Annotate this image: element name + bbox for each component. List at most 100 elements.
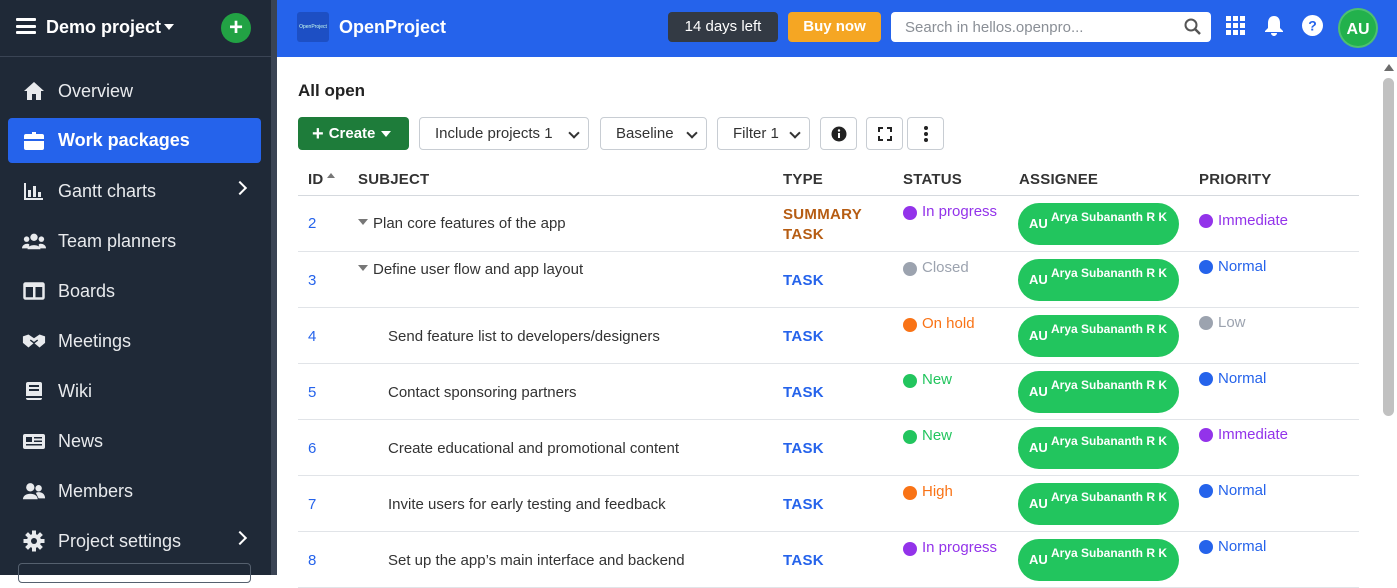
column-header-priority[interactable]: PRIORITY (1199, 171, 1271, 188)
column-header-type[interactable]: TYPE (783, 171, 823, 188)
status-badge[interactable]: Closed (903, 258, 1003, 278)
work-package-subject[interactable]: Create educational and promotional conte… (388, 440, 679, 457)
sidebar-item-project-settings[interactable]: Project settings (0, 516, 271, 566)
priority-badge[interactable]: Immediate (1199, 212, 1288, 229)
filter-select[interactable]: Filter 1 (717, 117, 810, 150)
sidebar-footer-widget[interactable] (18, 563, 251, 583)
work-package-id[interactable]: 5 (308, 384, 316, 401)
table-row[interactable]: 8 Set up the app’s main interface and ba… (298, 532, 1359, 588)
buy-now-button[interactable]: Buy now (788, 12, 881, 42)
chevron-down-icon[interactable] (164, 24, 174, 30)
column-header-id[interactable]: ID (308, 171, 336, 188)
priority-dot (1199, 372, 1213, 386)
scroll-up-arrow-icon[interactable] (1384, 64, 1394, 71)
assignee-chip[interactable]: AU Arya Subananth R K (1018, 371, 1179, 413)
user-avatar[interactable]: AU (1338, 8, 1378, 48)
sidebar-item-label: Boards (58, 280, 116, 301)
work-package-subject[interactable]: Set up the app’s main interface and back… (388, 552, 685, 569)
table-row[interactable]: 7 Invite users for early testing and fee… (298, 476, 1359, 532)
table-row[interactable]: 3 Define user flow and app layout TASK C… (298, 252, 1359, 308)
work-package-id[interactable]: 7 (308, 496, 316, 513)
column-header-status[interactable]: STATUS (903, 171, 962, 188)
sidebar-item-team-planners[interactable]: Team planners (0, 216, 271, 266)
assignee-chip[interactable]: AU Arya Subananth R K (1018, 259, 1179, 301)
help-icon[interactable]: ? (1302, 15, 1323, 41)
work-package-subject[interactable]: Invite users for early testing and feedb… (388, 496, 666, 513)
more-options-button[interactable] (907, 117, 944, 150)
assignee-name: Arya Subananth R K (1051, 266, 1168, 280)
add-button[interactable]: + (221, 13, 251, 43)
assignee-chip[interactable]: AU Arya Subananth R K (1018, 483, 1179, 525)
search-input[interactable] (891, 12, 1211, 42)
include-projects-label: Include projects 1 (435, 125, 553, 142)
hamburger-menu-icon[interactable] (16, 18, 36, 34)
priority-badge[interactable]: Normal (1199, 258, 1266, 275)
create-button[interactable]: + Create (298, 117, 409, 150)
table-row[interactable]: 2 Plan core features of the app SUMMARY … (298, 196, 1359, 252)
sidebar-item-news[interactable]: News (0, 416, 271, 466)
work-package-subject[interactable]: Contact sponsoring partners (388, 384, 576, 401)
sidebar-item-gantt-charts[interactable]: Gantt charts (0, 166, 271, 216)
table-row[interactable]: 5 Contact sponsoring partners TASK New A… (298, 364, 1359, 420)
sidebar-item-boards[interactable]: Boards (0, 266, 271, 316)
sidebar-item-meetings[interactable]: Meetings (0, 316, 271, 366)
status-badge[interactable]: High (903, 482, 1003, 502)
team-planner-icon (22, 230, 46, 252)
sidebar-item-overview[interactable]: Overview (0, 66, 271, 116)
work-package-id[interactable]: 2 (308, 215, 316, 232)
sidebar-item-members[interactable]: Members (0, 466, 271, 516)
trial-badge[interactable]: 14 days left (668, 12, 778, 42)
column-header-assignee[interactable]: ASSIGNEE (1019, 171, 1098, 188)
work-package-subject[interactable]: Define user flow and app layout (358, 261, 583, 278)
assignee-chip[interactable]: AU Arya Subananth R K (1018, 315, 1179, 357)
priority-badge[interactable]: Immediate (1199, 426, 1288, 443)
status-badge[interactable]: New (903, 426, 1003, 446)
work-package-subject[interactable]: Plan core features of the app (358, 215, 566, 232)
collapse-icon[interactable] (358, 219, 368, 225)
priority-badge[interactable]: Low (1199, 314, 1246, 331)
assignee-chip[interactable]: AU Arya Subananth R K (1018, 203, 1179, 245)
work-package-id[interactable]: 6 (308, 440, 316, 457)
priority-badge[interactable]: Normal (1199, 370, 1266, 387)
filter-label: Filter 1 (733, 125, 779, 142)
work-package-id[interactable]: 3 (308, 272, 316, 289)
project-selector[interactable]: Demo project (46, 17, 161, 38)
include-projects-select[interactable]: Include projects 1 (419, 117, 589, 150)
chevron-right-icon[interactable] (232, 530, 248, 546)
assignee-name: Arya Subananth R K (1051, 378, 1168, 392)
collapse-icon[interactable] (358, 265, 368, 271)
sidebar-item-label: Meetings (58, 330, 132, 351)
table-row[interactable]: 4 Send feature list to developers/design… (298, 308, 1359, 364)
work-package-id[interactable]: 4 (308, 328, 316, 345)
priority-badge[interactable]: Normal (1199, 482, 1266, 499)
priority-badge[interactable]: Normal (1199, 538, 1266, 555)
status-badge[interactable]: On hold (903, 314, 1003, 334)
app-grid-icon[interactable] (1226, 16, 1246, 41)
assignee-initials: AU (1029, 440, 1048, 455)
column-header-subject[interactable]: SUBJECT (358, 171, 429, 188)
home-icon (22, 80, 46, 102)
news-icon (22, 430, 46, 452)
app-logo[interactable]: OpenProject (297, 12, 329, 42)
work-package-subject[interactable]: Send feature list to developers/designer… (388, 328, 660, 345)
work-package-type: TASK (783, 384, 824, 401)
bell-icon[interactable] (1265, 16, 1283, 41)
search-icon[interactable] (1184, 18, 1201, 40)
info-button[interactable] (820, 117, 857, 150)
sidebar-item-wiki[interactable]: Wiki (0, 366, 271, 416)
status-badge[interactable]: New (903, 370, 1003, 390)
status-badge[interactable]: In progress (903, 538, 1003, 558)
fullscreen-button[interactable] (866, 117, 903, 150)
assignee-chip[interactable]: AU Arya Subananth R K (1018, 427, 1179, 469)
sidebar-item-work-packages[interactable]: Work packages (8, 118, 261, 163)
work-package-id[interactable]: 8 (308, 552, 316, 569)
app-title[interactable]: OpenProject (339, 17, 446, 38)
baseline-select[interactable]: Baseline (600, 117, 707, 150)
status-badge[interactable]: In progress (903, 202, 1003, 222)
chevron-right-icon[interactable] (232, 180, 248, 196)
project-header: Demo project + (0, 0, 271, 57)
svg-text:?: ? (1308, 18, 1317, 34)
scrollbar-thumb[interactable] (1383, 78, 1394, 416)
wiki-icon (22, 380, 46, 402)
table-row[interactable]: 6 Create educational and promotional con… (298, 420, 1359, 476)
